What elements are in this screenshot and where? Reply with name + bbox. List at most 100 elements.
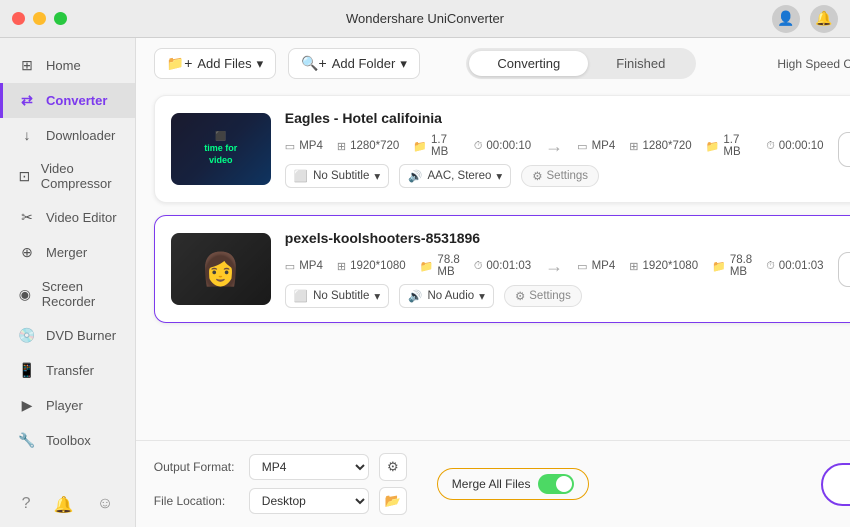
- add-files-button[interactable]: 📁+ Add Files ▾: [154, 48, 276, 79]
- settings-icon-2: ⚙: [515, 289, 525, 303]
- sidebar-item-dvd-burner[interactable]: 💿 DVD Burner: [0, 318, 135, 353]
- sidebar-item-label: Transfer: [46, 363, 94, 378]
- dropdown-icon: ▾: [374, 169, 380, 183]
- source-meta-1: ▭ MP4 ⊞ 1280*720 📁 1.7 MB ⏱: [285, 134, 531, 158]
- merge-toggle-area: Merge All Files: [437, 468, 590, 500]
- toolbox-icon: 🔧: [18, 432, 36, 449]
- files-area: ⬛time forvideo Eagles - Hotel califoinia…: [136, 89, 850, 440]
- duration-icon-2t: ⏱: [766, 260, 775, 273]
- audio-select-1[interactable]: 🔊 AAC, Stereo ▾: [399, 164, 511, 188]
- sidebar-bottom: ? 🔔 ☺: [0, 495, 135, 515]
- file-location-select[interactable]: Desktop Documents Downloads: [249, 488, 369, 514]
- toolbar: 📁+ Add Files ▾ 🔍+ Add Folder ▾ Convertin…: [136, 38, 850, 89]
- settings-icon: ⚙: [532, 169, 542, 183]
- settings-button-2[interactable]: ⚙ Settings: [504, 285, 582, 307]
- sidebar-item-player[interactable]: ▶ Player: [0, 388, 135, 423]
- duration-icon-t: ⏱: [766, 140, 775, 153]
- smiley-icon[interactable]: ☺: [97, 495, 113, 515]
- main-content: 📁+ Add Files ▾ 🔍+ Add Folder ▾ Convertin…: [136, 0, 850, 527]
- merge-toggle-switch[interactable]: [538, 474, 574, 494]
- sidebar-item-video-compressor[interactable]: ⊡ Video Compressor: [0, 152, 135, 200]
- close-button[interactable]: [12, 12, 25, 25]
- file-name-1: Eagles - Hotel califoinia: [285, 110, 824, 126]
- start-all-button[interactable]: Start All: [821, 463, 850, 506]
- format-icon-t: ▭: [577, 140, 587, 153]
- window-controls[interactable]: [12, 12, 67, 25]
- audio-select-2[interactable]: 🔊 No Audio ▾: [399, 284, 494, 308]
- app-title: Wondershare UniConverter: [346, 11, 504, 26]
- source-size-2: 📁 78.8 MB: [420, 254, 460, 278]
- sidebar-item-label: Player: [46, 398, 83, 413]
- add-folder-button[interactable]: 🔍+ Add Folder ▾: [288, 48, 420, 79]
- merge-label: Merge All Files: [452, 477, 531, 491]
- target-duration-2: ⏱ 00:01:03: [766, 260, 823, 273]
- folder-open-icon[interactable]: 📂: [379, 487, 407, 515]
- subtitle-select-1[interactable]: ⬜ No Subtitle ▾: [285, 164, 389, 188]
- title-bar: Wondershare UniConverter 👤 🔔: [0, 0, 850, 38]
- sidebar-item-home[interactable]: ⊞ Home: [0, 48, 135, 83]
- source-duration-1: ⏱ 00:00:10: [474, 140, 531, 153]
- source-format-2: ▭ MP4: [285, 260, 323, 273]
- target-meta-2: ▭ MP4 ⊞ 1920*1080 📁 78.8 MB ⏱: [577, 254, 823, 278]
- output-format-select[interactable]: MP4 MOV AVI MKV: [249, 454, 369, 480]
- sidebar-item-label: Screen Recorder: [42, 279, 117, 309]
- file-name-2: pexels-koolshooters-8531896: [285, 230, 824, 246]
- convert-button-2[interactable]: Convert: [838, 252, 850, 287]
- tab-finished[interactable]: Finished: [588, 51, 693, 76]
- notification-icon[interactable]: 🔔: [810, 5, 838, 33]
- bell-icon[interactable]: 🔔: [54, 495, 74, 515]
- sidebar-item-label: Video Compressor: [41, 161, 117, 191]
- settings-button-1[interactable]: ⚙ Settings: [521, 165, 599, 187]
- home-icon: ⊞: [18, 57, 36, 74]
- target-resolution-1: ⊞ 1280*720: [629, 140, 691, 153]
- source-format-1: ▭ MP4: [285, 140, 323, 153]
- source-meta-2: ▭ MP4 ⊞ 1920*1080 📁 78.8 MB ⏱: [285, 254, 531, 278]
- editor-icon: ✂: [18, 209, 36, 226]
- convert-button-1[interactable]: Convert: [838, 132, 850, 167]
- file-thumbnail-2: 👩: [171, 233, 271, 305]
- convert-arrow-icon-1: →: [545, 136, 563, 157]
- sidebar-item-downloader[interactable]: ↓ Downloader: [0, 118, 135, 152]
- source-resolution-2: ⊞ 1920*1080: [337, 260, 406, 273]
- help-icon[interactable]: ?: [22, 495, 31, 515]
- tab-converting[interactable]: Converting: [469, 51, 588, 76]
- player-icon: ▶: [18, 397, 36, 414]
- sidebar-item-toolbox[interactable]: 🔧 Toolbox: [0, 423, 135, 458]
- target-size-2: 📁 78.8 MB: [712, 254, 752, 278]
- sidebar-item-label: Merger: [46, 245, 87, 260]
- dropdown-arrow-icon-2: ▾: [400, 56, 407, 72]
- target-format-2: ▭ MP4: [577, 260, 615, 273]
- high-speed-toggle[interactable]: High Speed Conversion: [777, 55, 850, 73]
- sidebar-item-label: DVD Burner: [46, 328, 116, 343]
- sidebar-item-converter[interactable]: ⇄ Converter: [0, 83, 135, 118]
- file-thumbnail-1: ⬛time forvideo: [171, 113, 271, 185]
- maximize-button[interactable]: [54, 12, 67, 25]
- bottom-bar: Output Format: MP4 MOV AVI MKV ⚙ File Lo…: [136, 440, 850, 527]
- dropdown-arrow-icon: ▾: [257, 56, 264, 72]
- output-settings-icon[interactable]: ⚙: [379, 453, 407, 481]
- source-duration-2: ⏱ 00:01:03: [474, 260, 531, 273]
- file-card-1: ⬛time forvideo Eagles - Hotel califoinia…: [154, 95, 850, 203]
- target-format-1: ▭ MP4: [577, 140, 615, 153]
- dvd-icon: 💿: [18, 327, 36, 344]
- resolution-icon-t: ⊞: [629, 140, 638, 153]
- account-icon[interactable]: 👤: [772, 5, 800, 33]
- sidebar-item-label: Converter: [46, 93, 107, 108]
- bottom-left: Output Format: MP4 MOV AVI MKV ⚙ File Lo…: [154, 453, 407, 515]
- sidebar: ⊞ Home ⇄ Converter ↓ Downloader ⊡ Video …: [0, 0, 136, 527]
- file-options-2: ⬜ No Subtitle ▾ 🔊 No Audio ▾ ⚙ Settings: [285, 284, 824, 308]
- file-options-1: ⬜ No Subtitle ▾ 🔊 AAC, Stereo ▾ ⚙ Settin…: [285, 164, 824, 188]
- sidebar-item-transfer[interactable]: 📱 Transfer: [0, 353, 135, 388]
- sidebar-item-screen-recorder[interactable]: ◉ Screen Recorder: [0, 270, 135, 318]
- subtitle-select-2[interactable]: ⬜ No Subtitle ▾: [285, 284, 389, 308]
- sidebar-item-merger[interactable]: ⊕ Merger: [0, 235, 135, 270]
- resolution-icon-2: ⊞: [337, 260, 346, 273]
- downloader-icon: ↓: [18, 127, 36, 143]
- duration-icon-2: ⏱: [474, 260, 483, 273]
- format-icon-2t: ▭: [577, 260, 587, 273]
- titlebar-icons: 👤 🔔: [772, 5, 838, 33]
- file-meta-row-2: ▭ MP4 ⊞ 1920*1080 📁 78.8 MB ⏱: [285, 254, 824, 278]
- minimize-button[interactable]: [33, 12, 46, 25]
- sidebar-item-video-editor[interactable]: ✂ Video Editor: [0, 200, 135, 235]
- thumb-person-icon: 👩: [201, 250, 241, 288]
